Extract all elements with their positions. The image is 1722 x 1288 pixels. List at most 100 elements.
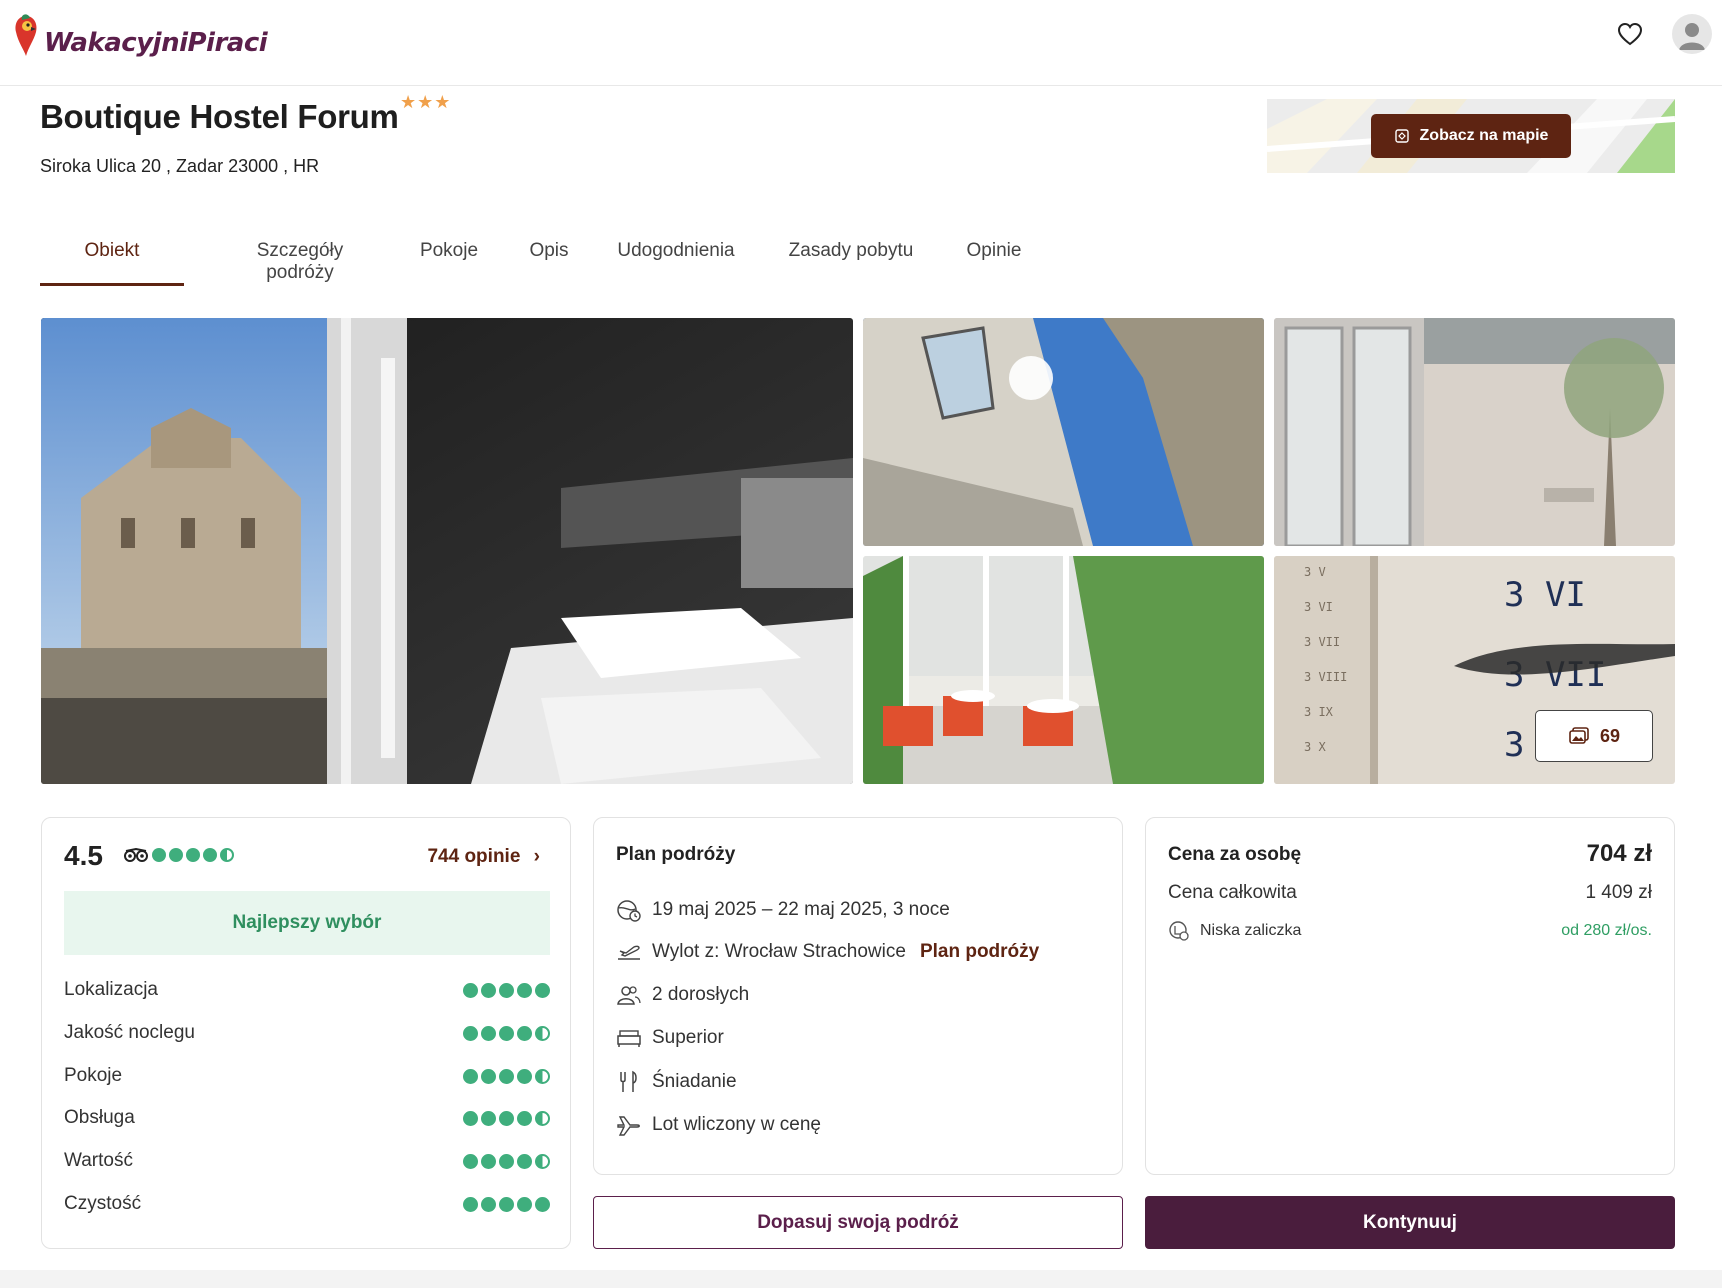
users-icon <box>617 986 641 1005</box>
tab-szczegoly-podrozy[interactable]: Szczegóły podróży <box>230 232 370 286</box>
tripadvisor-owl-icon <box>124 848 148 862</box>
chevron-right-icon: › <box>533 846 540 867</box>
plane-icon <box>617 1116 640 1136</box>
favorites-heart-icon[interactable] <box>1616 20 1644 48</box>
rating-dot <box>203 848 217 862</box>
reviews-count: 744 opinie <box>427 846 521 867</box>
best-choice-badge: Najlepszy wybór <box>64 891 550 955</box>
criterion-row: Obsługa <box>64 1107 550 1129</box>
tab-label: Udogodnienia <box>617 240 735 261</box>
rating-dot <box>169 848 183 862</box>
svg-text:3 IX: 3 IX <box>1304 705 1334 719</box>
tab-label: Obiekt <box>84 240 140 261</box>
top-navigation-bar: WakacyjniPiraci <box>0 0 1722 86</box>
gallery-photo-courtyard[interactable] <box>863 556 1264 784</box>
bed-icon <box>617 1030 641 1047</box>
gallery-main-photo[interactable] <box>41 318 853 784</box>
plan-room: Superior <box>652 1027 724 1048</box>
tab-zasady-pobytu[interactable]: Zasady pobytu <box>784 232 918 286</box>
rating-dot <box>186 848 200 862</box>
criterion-dots <box>463 1025 550 1041</box>
tab-opinie[interactable]: Opinie <box>962 232 1026 286</box>
svg-text:3 X: 3 X <box>1304 740 1326 754</box>
tab-label: Opinie <box>966 240 1022 261</box>
svg-text:3 V: 3 V <box>1304 565 1326 579</box>
tab-obiekt[interactable]: Obiekt <box>40 232 184 286</box>
gallery-photo-exterior[interactable] <box>863 318 1264 546</box>
reviews-link[interactable]: 744 opinie › <box>427 846 540 868</box>
rating-dot <box>152 848 166 862</box>
criterion-label: Jakość noclegu <box>64 1022 195 1043</box>
adjust-trip-button[interactable]: Dopasuj swoją podróż <box>593 1196 1123 1249</box>
tab-label: Pokoje <box>419 240 479 261</box>
criterion-row: Pokoje <box>64 1065 550 1087</box>
criterion-label: Pokoje <box>64 1065 123 1086</box>
rating-dot-half <box>220 848 234 862</box>
plan-dates: 19 maj 2025 – 22 maj 2025, 3 noce <box>652 899 950 920</box>
overall-rating-dots <box>152 848 234 862</box>
low-deposit: Niska zaliczka <box>1168 920 1301 942</box>
plan-board: Śniadanie <box>652 1071 737 1092</box>
plan-guests: 2 dorosłych <box>652 984 750 1005</box>
tab-label: Szczegóły podróży <box>256 240 344 283</box>
svg-text:3 VI: 3 VI <box>1304 600 1333 614</box>
low-deposit-value: od 280 zł/os. <box>1561 922 1652 939</box>
price-per-person-value: 704 zł <box>1586 840 1652 867</box>
criterion-dots <box>463 1153 550 1169</box>
criterion-dots <box>463 1196 550 1212</box>
plan-room-row: Superior <box>616 1027 724 1049</box>
map-pin-icon <box>1394 129 1409 143</box>
hotel-name: Boutique Hostel Forum <box>40 98 399 135</box>
travel-plan-link[interactable]: Plan podróży <box>920 941 1039 963</box>
user-avatar-icon[interactable] <box>1672 14 1712 54</box>
criterion-dots <box>463 982 550 998</box>
plan-departure-row: Wylot z: Wrocław Strachowice Plan podróż… <box>616 941 1039 963</box>
tab-udogodnienia[interactable]: Udogodnienia <box>612 232 740 286</box>
low-deposit-label: Niska zaliczka <box>1200 922 1302 939</box>
criterion-row: Lokalizacja <box>64 979 550 1001</box>
price-per-person-label: Cena za osobę <box>1168 844 1302 865</box>
rating-score: 4.5 <box>64 840 103 871</box>
tab-opis[interactable]: Opis <box>526 232 572 286</box>
criterion-label: Lokalizacja <box>64 979 158 1000</box>
svg-text:3 VI: 3 VI <box>1504 575 1586 615</box>
all-photos-button[interactable]: 69 <box>1535 710 1653 762</box>
gallery-photo-entrance[interactable] <box>1274 318 1675 546</box>
cutlery-icon <box>620 1070 637 1092</box>
page-bottom-strip <box>0 1270 1722 1288</box>
deposit-icon <box>1169 921 1189 941</box>
criterion-label: Wartość <box>64 1150 133 1171</box>
plane-departure-icon <box>618 945 640 960</box>
plan-flight-row: Lot wliczony w cenę <box>616 1113 821 1137</box>
calendar-globe-icon <box>617 900 641 922</box>
criterion-row: Czystość <box>64 1193 550 1215</box>
plan-dates-row: 19 maj 2025 – 22 maj 2025, 3 noce <box>616 898 950 922</box>
criterion-row: Jakość noclegu <box>64 1022 550 1044</box>
travel-plan-title: Plan podróży <box>616 844 736 865</box>
total-price-label: Cena całkowita <box>1168 882 1297 903</box>
show-on-map-button[interactable]: Zobacz na mapie <box>1371 114 1571 158</box>
plan-guests-row: 2 dorosłych <box>616 984 749 1006</box>
criterion-dots <box>463 1110 550 1126</box>
tab-label: Zasady pobytu <box>788 240 914 261</box>
criterion-dots <box>463 1068 550 1084</box>
parrot-logo-icon <box>15 14 37 56</box>
show-on-map-label: Zobacz na mapie <box>1419 127 1549 144</box>
criterion-row: Wartość <box>64 1150 550 1172</box>
hotel-stars: ★★★ <box>400 92 452 112</box>
tab-pokoje[interactable]: Pokoje <box>414 232 484 286</box>
continue-button[interactable]: Kontynuuj <box>1145 1196 1675 1249</box>
svg-text:3 VIII: 3 VIII <box>1304 670 1347 684</box>
criterion-label: Czystość <box>64 1193 142 1214</box>
travel-plan-card: Plan podróży 19 maj 2025 – 22 maj 2025, … <box>593 817 1123 1175</box>
plan-departure: Wylot z: Wrocław Strachowice <box>652 941 906 962</box>
svg-text:3 VII: 3 VII <box>1304 635 1340 649</box>
photos-icon <box>1569 727 1589 744</box>
total-price-value: 1 409 zł <box>1585 882 1652 903</box>
price-card: Cena za osobę 704 zł Cena całkowita 1 40… <box>1145 817 1675 1175</box>
criterion-label: Obsługa <box>64 1107 135 1128</box>
rating-card: 4.5 744 opinie › Najlepszy wybór Lokaliz… <box>41 817 571 1249</box>
plan-board-row: Śniadanie <box>616 1070 737 1094</box>
photo-count: 69 <box>1599 725 1621 746</box>
brand-logo[interactable]: WakacyjniPiraci <box>12 8 268 58</box>
